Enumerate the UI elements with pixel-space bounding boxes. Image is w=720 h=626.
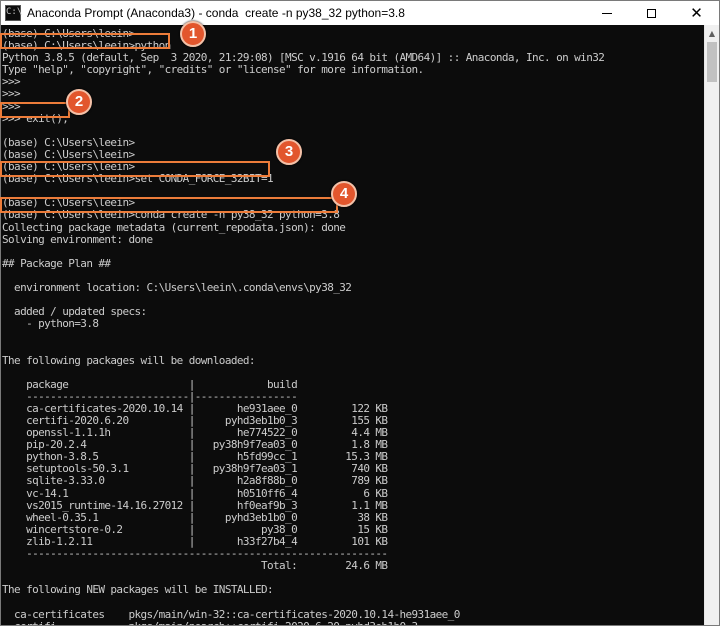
console-line: >>>	[2, 99, 21, 113]
console-line: ## Package Plan ##	[2, 256, 111, 270]
title-bar[interactable]: C:\ Anaconda Prompt (Anaconda3) - conda …	[1, 1, 719, 25]
highlight-python-command	[0, 33, 170, 49]
window-title: Anaconda Prompt (Anaconda3) - conda crea…	[27, 6, 405, 20]
console-line: Solving environment: done	[2, 232, 153, 246]
minimize-icon	[601, 12, 612, 14]
highlight-exit-command	[0, 102, 70, 118]
close-icon: ✕	[690, 4, 703, 22]
vertical-scrollbar[interactable]: ▲	[704, 25, 719, 625]
callout-badge-3: 3	[276, 139, 302, 165]
console-line: sqlite-3.33.0 | h2a8f88b_0 789 KB	[2, 474, 388, 488]
console-line: The following NEW packages will be INSTA…	[2, 583, 274, 597]
console-line: Collecting package metadata (current_rep…	[2, 220, 346, 234]
highlight-set-command	[0, 161, 270, 177]
console-line: ca-certificates pkgs/main/win-32::ca-cer…	[2, 607, 460, 621]
console-output[interactable]: (base) C:\Users\leein> (base) C:\Users\le…	[1, 25, 704, 625]
callout-badge-1: 1	[180, 21, 206, 47]
console-line: certifi pkgs/main/noarch::certifi-2020.6…	[2, 620, 604, 625]
console-line: Type "help", "copyright", "credits" or "…	[2, 63, 424, 77]
scrollbar-thumb[interactable]	[707, 42, 717, 82]
console-line: >>>	[2, 87, 21, 101]
terminal-icon[interactable]: C:\	[5, 5, 22, 21]
callout-badge-4: 4	[331, 181, 357, 207]
maximize-button[interactable]	[629, 1, 674, 25]
console-lines: (base) C:\Users\leein> (base) C:\Users\le…	[2, 27, 605, 625]
console-line: The following packages will be downloade…	[2, 353, 256, 367]
console-line: - python=3.8	[2, 317, 99, 331]
console-window: C:\ Anaconda Prompt (Anaconda3) - conda …	[0, 0, 720, 626]
highlight-conda-create-command	[0, 197, 338, 213]
maximize-icon	[647, 8, 656, 18]
minimize-button[interactable]	[584, 1, 629, 25]
console-line: vc-14.1 | h0510ff6_4 6 KB	[2, 486, 388, 500]
callout-badge-2: 2	[66, 89, 92, 115]
console-line: vs2015_runtime-14.16.27012 | hf0eaf9b_3 …	[2, 498, 388, 512]
scroll-up-arrow-icon[interactable]: ▲	[705, 27, 719, 41]
close-button[interactable]: ✕	[674, 1, 719, 25]
console-line: environment location: C:\Users\leein\.co…	[2, 280, 352, 294]
console-line: Total: 24.6 MB	[2, 559, 388, 573]
console-line: >>> exit();	[2, 111, 69, 125]
console-line: package | build	[2, 377, 298, 391]
console-line: >>>	[2, 75, 21, 89]
